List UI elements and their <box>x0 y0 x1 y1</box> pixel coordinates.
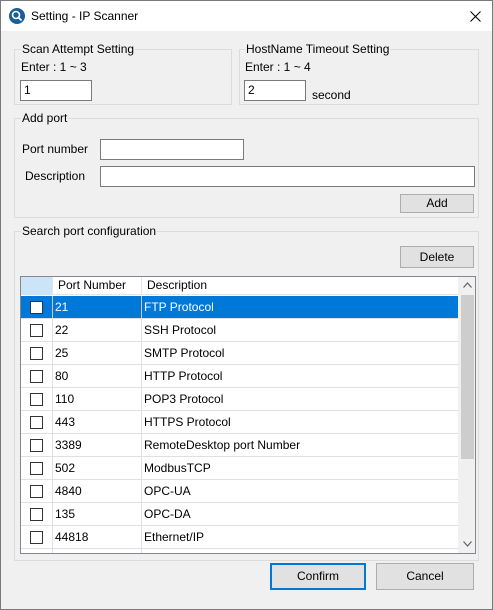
port-number-cell[interactable]: 44818 <box>53 526 142 548</box>
description-cell[interactable]: RemoteDesktop port Number <box>142 434 459 456</box>
table-row[interactable]: 110 POP3 Protocol <box>21 388 459 411</box>
close-icon <box>469 11 481 22</box>
row-select-cell <box>21 296 53 318</box>
select-column-header[interactable] <box>21 277 53 295</box>
port-number-cell[interactable]: 34964 <box>53 549 142 553</box>
confirm-button[interactable]: Confirm <box>270 563 366 590</box>
description-cell[interactable]: Ethernet/IP <box>142 526 459 548</box>
row-select-cell <box>21 434 53 456</box>
table-header: Port Number Description <box>21 277 459 295</box>
table-row[interactable]: 21 FTP Protocol <box>21 296 459 319</box>
row-select-cell <box>21 319 53 341</box>
port-number-cell[interactable]: 21 <box>53 296 142 318</box>
scroll-thumb[interactable] <box>461 295 474 459</box>
description-cell[interactable]: OPC-DA <box>142 503 459 525</box>
row-checkbox[interactable] <box>30 531 43 544</box>
row-select-cell <box>21 549 53 553</box>
cancel-button[interactable]: Cancel <box>376 563 474 590</box>
description-cell[interactable]: SSH Protocol <box>142 319 459 341</box>
table-row[interactable]: 443 HTTPS Protocol <box>21 411 459 434</box>
port-number-cell[interactable]: 502 <box>53 457 142 479</box>
row-checkbox[interactable] <box>30 416 43 429</box>
row-select-cell <box>21 457 53 479</box>
scroll-up-button[interactable] <box>459 277 475 294</box>
search-config-group-label: Search port configuration <box>21 224 158 238</box>
port-number-input[interactable] <box>100 139 244 160</box>
scan-attempt-group-label: Scan Attempt Setting <box>21 42 136 56</box>
table-row[interactable]: 3389 RemoteDesktop port Number <box>21 434 459 457</box>
add-port-group-label: Add port <box>21 111 69 125</box>
window-title: Setting - IP Scanner <box>31 9 139 23</box>
row-checkbox[interactable] <box>30 462 43 475</box>
row-select-cell <box>21 411 53 433</box>
port-number-cell[interactable]: 110 <box>53 388 142 410</box>
row-checkbox[interactable] <box>30 439 43 452</box>
timeout-unit-label: second <box>312 88 351 102</box>
hostname-timeout-group-label: HostName Timeout Setting <box>245 42 391 56</box>
row-checkbox[interactable] <box>30 324 43 337</box>
table-row[interactable]: 135 OPC-DA <box>21 503 459 526</box>
port-number-cell[interactable]: 135 <box>53 503 142 525</box>
scroll-down-button[interactable] <box>459 536 475 553</box>
title-bar[interactable]: Setting - IP Scanner <box>1 1 492 31</box>
row-checkbox[interactable] <box>30 485 43 498</box>
row-checkbox[interactable] <box>30 347 43 360</box>
description-cell[interactable]: HTTP Protocol <box>142 365 459 387</box>
port-number-column-header[interactable]: Port Number <box>53 277 142 295</box>
row-select-cell <box>21 503 53 525</box>
row-select-cell <box>21 365 53 387</box>
port-number-cell[interactable]: 25 <box>53 342 142 364</box>
row-checkbox[interactable] <box>30 508 43 521</box>
add-button[interactable]: Add <box>400 194 474 213</box>
close-button[interactable] <box>458 1 492 31</box>
ip-scanner-icon <box>9 8 25 24</box>
port-table[interactable]: Port Number Description 21 FTP Protocol 22… <box>20 276 476 554</box>
hostname-timeout-hint: Enter : 1 ~ 4 <box>245 60 311 74</box>
row-select-cell <box>21 526 53 548</box>
description-input[interactable] <box>100 166 475 187</box>
table-row[interactable]: 22 SSH Protocol <box>21 319 459 342</box>
table-row[interactable]: 4840 OPC-UA <box>21 480 459 503</box>
description-cell[interactable]: ModbusTCP <box>142 457 459 479</box>
description-cell[interactable]: POP3 Protocol <box>142 388 459 410</box>
settings-window: Setting - IP Scanner Scan Attempt Settin… <box>0 0 493 610</box>
description-label: Description <box>25 169 86 183</box>
description-cell[interactable]: SMTP Protocol <box>142 342 459 364</box>
table-row[interactable]: 80 HTTP Protocol <box>21 365 459 388</box>
scan-attempt-input[interactable]: 1 <box>20 80 92 101</box>
scan-attempt-hint: Enter : 1 ~ 3 <box>21 60 87 74</box>
port-number-cell[interactable]: 4840 <box>53 480 142 502</box>
port-number-cell[interactable]: 22 <box>53 319 142 341</box>
description-cell[interactable]: HTTPS Protocol <box>142 411 459 433</box>
port-number-cell[interactable]: 80 <box>53 365 142 387</box>
description-column-header[interactable]: Description <box>142 277 459 295</box>
port-number-cell[interactable]: 443 <box>53 411 142 433</box>
port-number-cell[interactable]: 3389 <box>53 434 142 456</box>
row-checkbox[interactable] <box>30 393 43 406</box>
chevron-down-icon <box>463 541 472 547</box>
row-checkbox[interactable] <box>30 301 43 314</box>
table-row[interactable]: 25 SMTP Protocol <box>21 342 459 365</box>
row-select-cell <box>21 342 53 364</box>
vertical-scrollbar[interactable] <box>458 277 475 553</box>
delete-button[interactable]: Delete <box>400 246 474 268</box>
table-row[interactable]: 502 ModbusTCP <box>21 457 459 480</box>
row-select-cell <box>21 480 53 502</box>
description-cell[interactable]: FTP Protocol <box>142 296 459 318</box>
table-row[interactable]: 34964Profinet <box>21 549 459 553</box>
description-cell[interactable]: OPC-UA <box>142 480 459 502</box>
port-number-label: Port number <box>22 142 89 156</box>
row-checkbox[interactable] <box>30 370 43 383</box>
hostname-timeout-input[interactable]: 2 <box>244 80 306 101</box>
row-select-cell <box>21 388 53 410</box>
description-cell[interactable]: Profinet <box>142 549 459 553</box>
chevron-up-icon <box>463 282 472 288</box>
table-row[interactable]: 44818 Ethernet/IP <box>21 526 459 549</box>
